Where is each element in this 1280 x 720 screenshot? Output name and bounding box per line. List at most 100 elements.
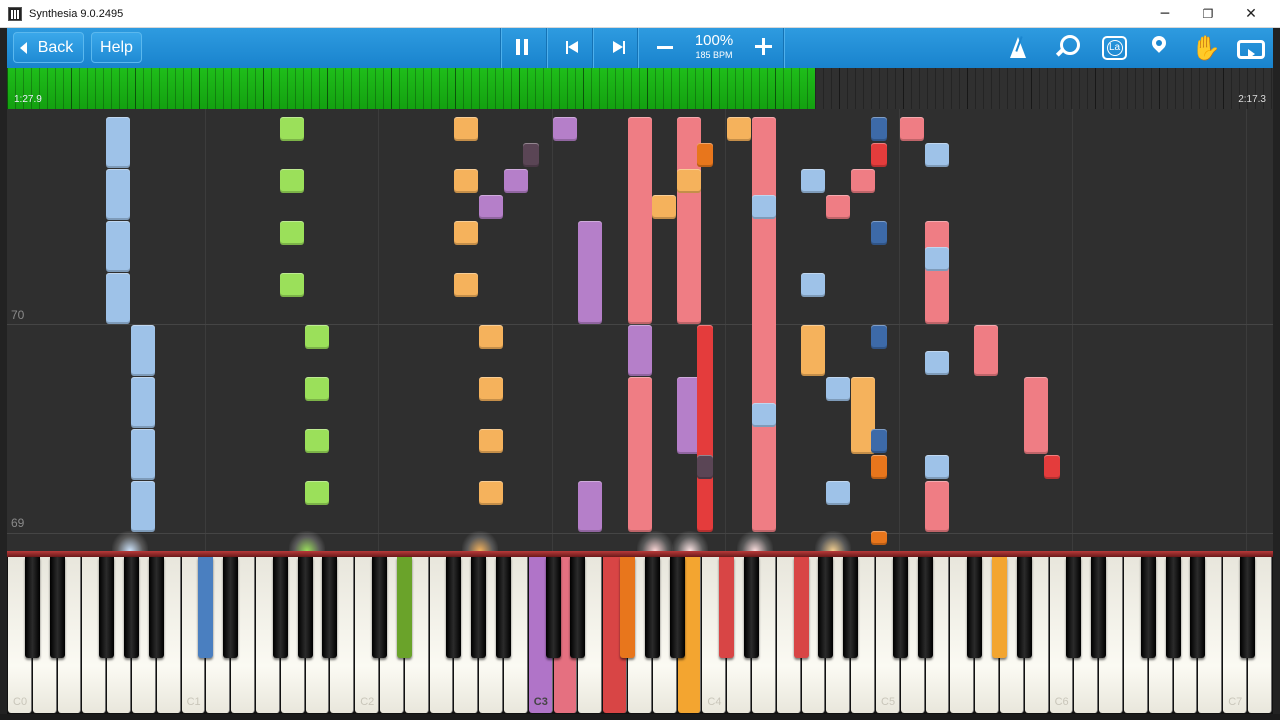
synthesia-app-icon xyxy=(8,7,22,21)
close-button[interactable]: ✕ xyxy=(1229,0,1273,28)
piano-black-key[interactable] xyxy=(843,557,859,658)
falling-note xyxy=(1024,377,1048,454)
falling-note xyxy=(871,143,887,167)
piano-black-key[interactable] xyxy=(322,557,338,658)
piano-black-key[interactable] xyxy=(719,557,735,658)
piano-black-key[interactable] xyxy=(24,557,40,658)
piano-black-key[interactable] xyxy=(496,557,511,658)
falling-note xyxy=(628,325,652,376)
piano-black-key[interactable] xyxy=(1140,557,1156,658)
octave-line xyxy=(552,109,553,551)
piano-black-key[interactable] xyxy=(1165,557,1181,658)
note-hit-glow xyxy=(672,531,708,551)
falling-note xyxy=(871,117,887,141)
loop-icon[interactable] xyxy=(1234,28,1265,68)
piano-black-key[interactable] xyxy=(1240,557,1255,658)
piano-black-key[interactable] xyxy=(744,557,759,658)
falling-note xyxy=(131,377,155,428)
falling-notes-area: 70 69 xyxy=(7,109,1273,551)
falling-note xyxy=(697,455,713,479)
falling-note xyxy=(578,221,602,324)
piano-black-key[interactable] xyxy=(297,557,313,658)
falling-note xyxy=(925,143,949,167)
metronome-icon[interactable] xyxy=(1007,28,1029,68)
falling-note xyxy=(697,325,713,532)
piano-black-key[interactable] xyxy=(272,557,288,658)
falling-note xyxy=(925,351,949,375)
back-button-label: Back xyxy=(37,39,74,56)
piano-black-key[interactable] xyxy=(992,557,1007,658)
piano-black-key[interactable] xyxy=(1190,557,1206,658)
piano-black-key[interactable] xyxy=(446,557,462,658)
note-labels-icon-text: La xyxy=(1106,40,1123,56)
hand-icon[interactable]: ✋ xyxy=(1191,28,1221,68)
note-labels-icon[interactable]: La xyxy=(1102,36,1127,60)
piano-keyboard[interactable]: C0 C1 C2 C3 C4 C5 C6 C7 xyxy=(7,557,1273,714)
song-progress-bar[interactable]: 1:27.9 2:17.3 xyxy=(7,68,1273,109)
falling-note xyxy=(871,325,887,349)
falling-note xyxy=(752,117,776,532)
piano-black-key[interactable] xyxy=(620,557,635,658)
measure-number: 70 xyxy=(11,308,25,322)
piano-black-key[interactable] xyxy=(545,557,561,658)
falling-note xyxy=(479,325,503,349)
falling-note xyxy=(280,221,304,245)
next-icon[interactable] xyxy=(605,28,631,68)
piano-black-key[interactable] xyxy=(223,557,239,658)
falling-note xyxy=(106,221,130,272)
octave-line xyxy=(1246,109,1247,551)
piano-black-key[interactable] xyxy=(1066,557,1082,658)
falling-note xyxy=(925,221,949,324)
piano-black-key[interactable] xyxy=(818,557,834,658)
search-icon[interactable] xyxy=(1051,28,1081,68)
falling-note xyxy=(974,325,998,376)
piano-black-key[interactable] xyxy=(198,557,214,658)
piano-black-key[interactable] xyxy=(124,557,139,658)
piano-black-key[interactable] xyxy=(917,557,933,658)
octave-label: C2 xyxy=(360,696,375,708)
falling-note xyxy=(925,455,949,479)
measure-number: 69 xyxy=(11,516,25,530)
restore-button[interactable]: ❐ xyxy=(1186,0,1230,28)
window-title: Synthesia 9.0.2495 xyxy=(29,8,124,20)
location-icon[interactable] xyxy=(1148,28,1170,68)
falling-note xyxy=(479,377,503,401)
minimize-button[interactable]: ─ xyxy=(1143,0,1187,28)
falling-note xyxy=(131,325,155,376)
note-hit-glow xyxy=(289,531,325,551)
piano-black-key[interactable] xyxy=(570,557,586,658)
falling-note xyxy=(801,325,825,376)
falling-note xyxy=(280,273,304,297)
piano-black-key[interactable] xyxy=(148,557,164,658)
falling-note xyxy=(677,169,701,193)
piano-black-key[interactable] xyxy=(396,557,412,658)
previous-icon[interactable] xyxy=(560,28,586,68)
falling-note xyxy=(871,531,887,545)
piano-black-key[interactable] xyxy=(372,557,387,658)
piano-black-key[interactable] xyxy=(967,557,983,658)
falling-note xyxy=(305,325,329,349)
note-hit-glow xyxy=(462,531,498,551)
piano-black-key[interactable] xyxy=(1016,557,1032,658)
total-time: 2:17.3 xyxy=(1238,94,1266,105)
speed-decrease-icon[interactable] xyxy=(650,28,680,68)
piano-black-key[interactable] xyxy=(471,557,487,658)
help-button[interactable]: Help xyxy=(91,32,142,63)
piano-black-key[interactable] xyxy=(1091,557,1107,658)
piano-black-key[interactable] xyxy=(99,557,115,658)
window-edge-left xyxy=(0,28,7,720)
falling-note xyxy=(106,117,130,168)
speed-increase-icon[interactable] xyxy=(748,28,778,68)
piano-black-key[interactable] xyxy=(644,557,660,658)
piano-black-key[interactable] xyxy=(49,557,65,658)
pause-icon[interactable] xyxy=(509,28,535,68)
octave-label: C1 xyxy=(186,696,201,708)
back-button[interactable]: Back xyxy=(13,32,84,63)
falling-note xyxy=(106,169,130,220)
toolbar-separator xyxy=(500,28,501,68)
octave-line xyxy=(725,109,726,551)
piano-black-key[interactable] xyxy=(892,557,908,658)
piano-black-key[interactable] xyxy=(669,557,685,658)
falling-note xyxy=(801,273,825,297)
piano-black-key[interactable] xyxy=(793,557,809,658)
